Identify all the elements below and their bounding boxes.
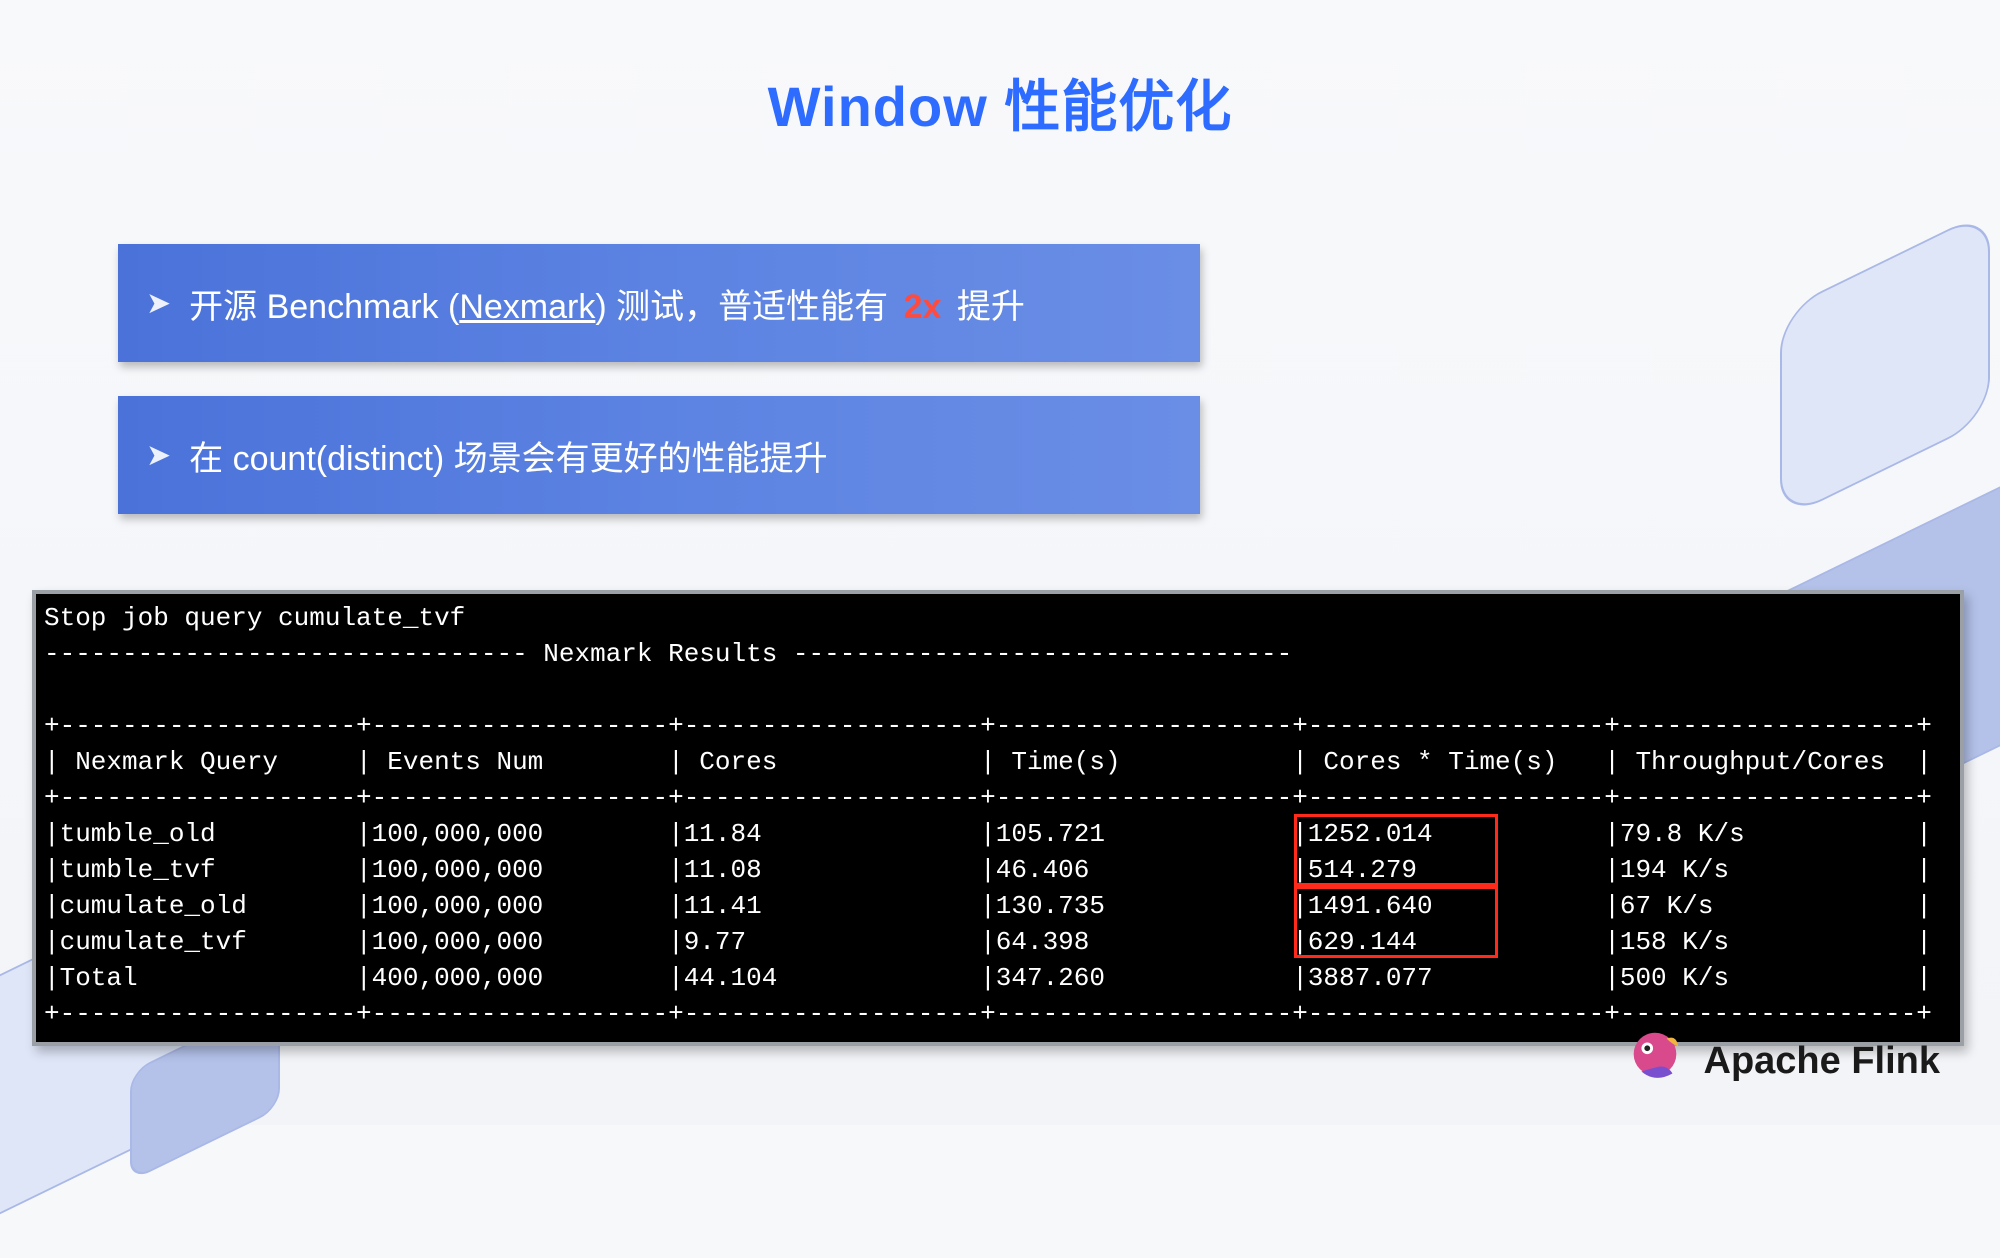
bullet-count-distinct: ➤ 在 count(distinct) 场景会有更好的性能提升 [118,396,1200,514]
terminal-window: Stop job query cumulate_tvf ------------… [32,590,1964,1046]
chevron-right-icon: ➤ [146,438,171,473]
terminal-output: Stop job query cumulate_tvf ------------… [36,594,1960,1042]
bullet1-2x: 2x [898,288,948,326]
slide-title: Window 性能优化 [0,62,2000,143]
bullet2-text: 在 count(distinct) 场景会有更好的性能提升 [189,431,828,480]
footer-brand: Apache Flink [1624,1025,1941,1097]
nexmark-link[interactable]: Nexmark [459,288,595,326]
footer-brand-text: Apache Flink [1704,1040,1941,1083]
bullet-benchmark: ➤ 开源 Benchmark (Nexmark) 测试，普适性能有 2x 提升 [118,244,1200,362]
highlight-box [1294,814,1497,886]
bullet1-post: 提升 [947,288,1024,326]
highlight-box [1294,886,1497,958]
chevron-right-icon: ➤ [146,286,171,321]
bullet1-mid: ) 测试，普适性能有 [595,288,897,326]
slide: Window 性能优化 ➤ 开源 Benchmark (Nexmark) 测试，… [0,0,2000,1125]
flink-logo-icon [1624,1025,1686,1097]
bullet1-pre: 开源 Benchmark ( [189,288,459,326]
